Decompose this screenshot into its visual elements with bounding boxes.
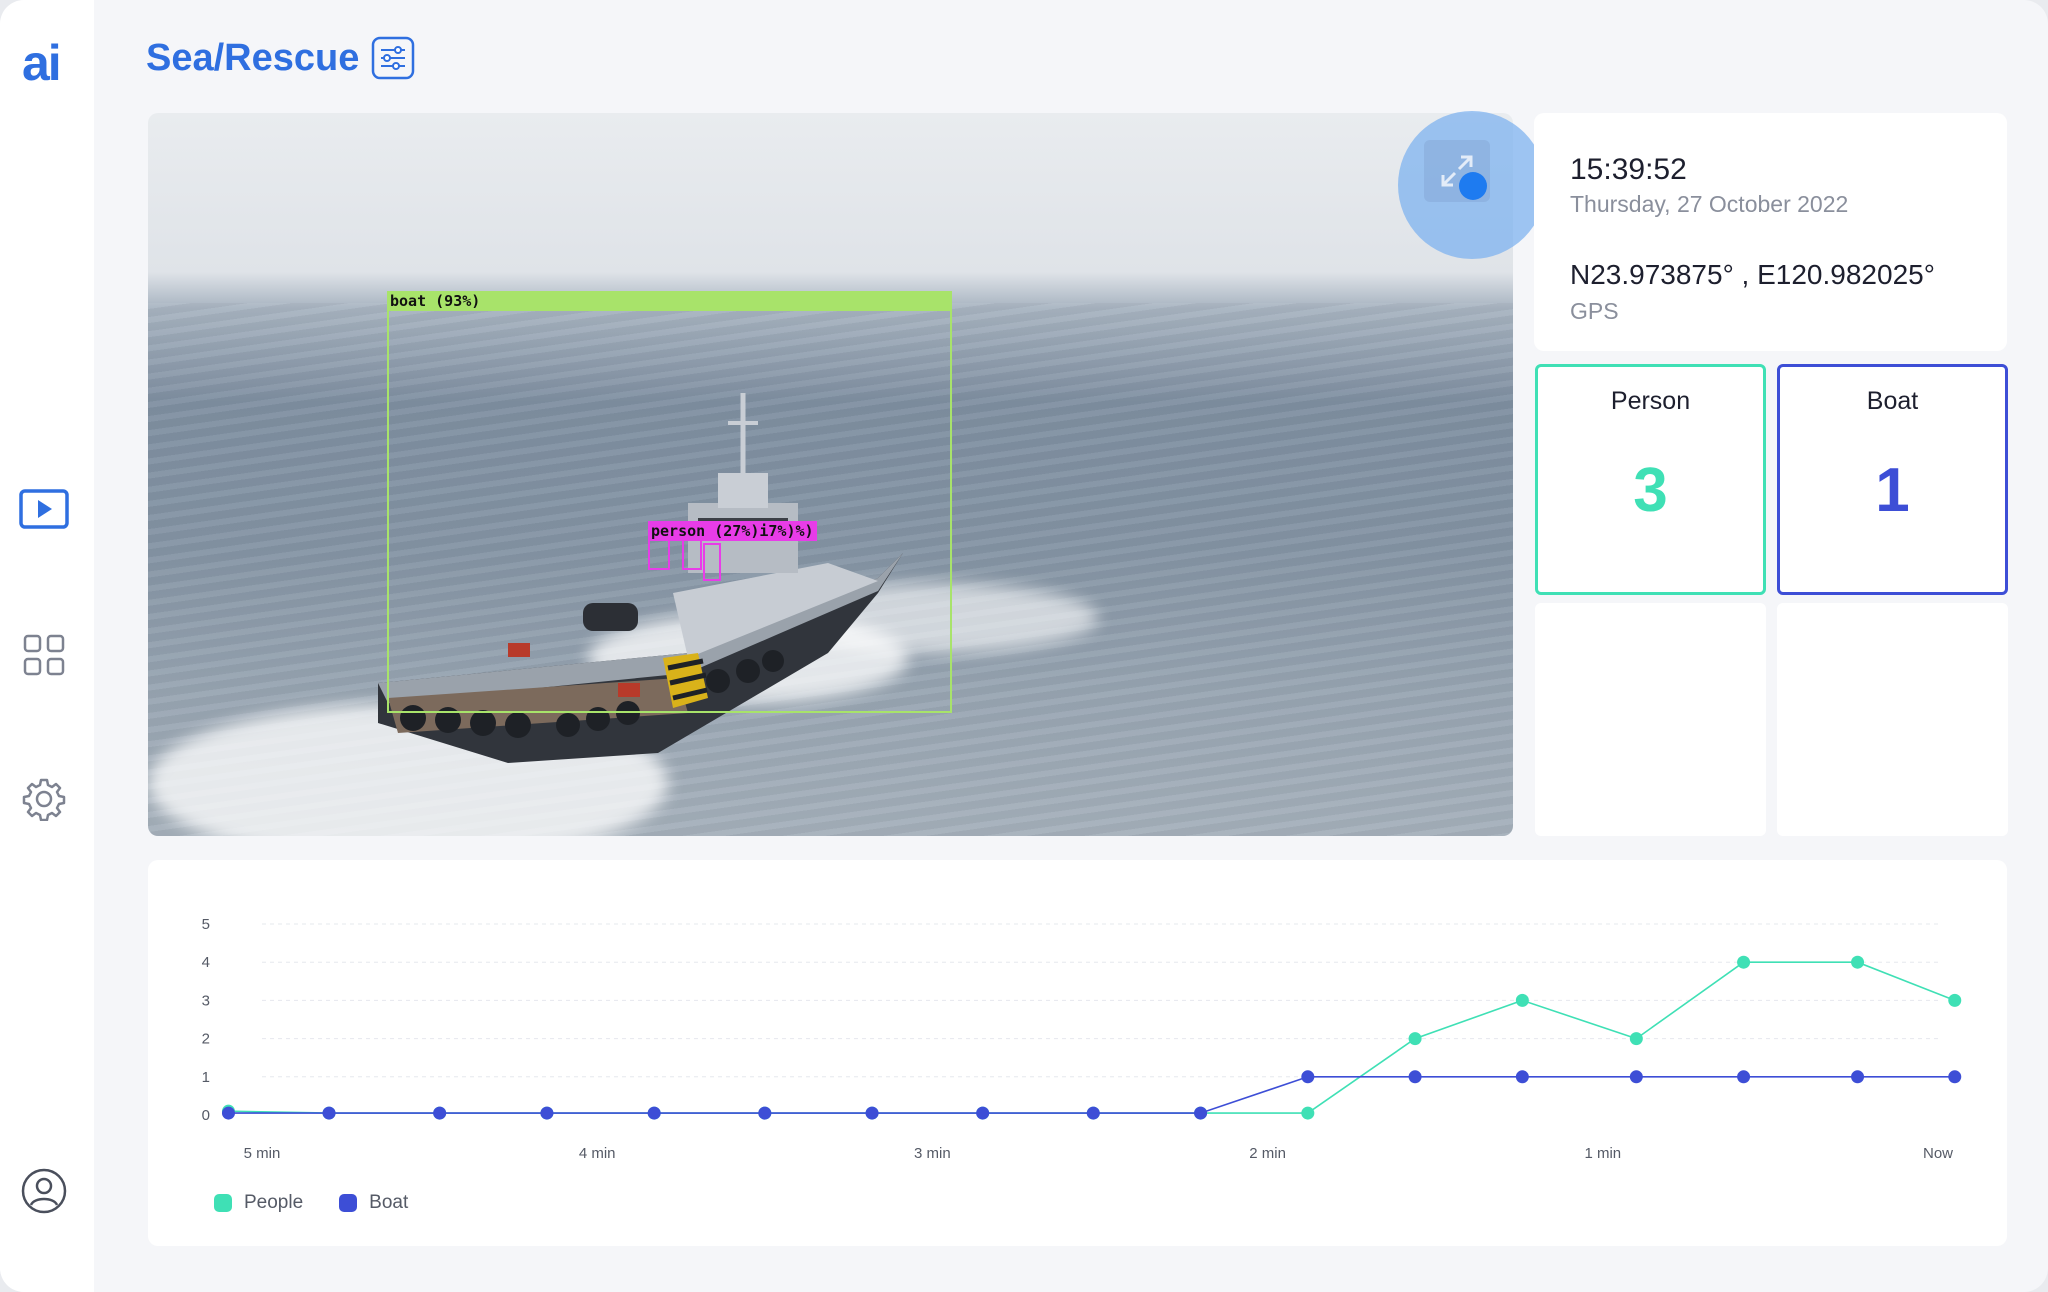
data-point-boat <box>647 1106 661 1120</box>
legend-swatch-people <box>214 1194 232 1212</box>
y-tick-label: 0 <box>202 1107 210 1124</box>
gps-label: GPS <box>1570 298 1619 324</box>
y-tick-label: 2 <box>202 1031 210 1048</box>
boat-detection-box <box>387 293 952 713</box>
legend-label-boat: Boat <box>369 1192 409 1213</box>
data-point-people <box>1515 993 1529 1007</box>
person-detection-box <box>703 543 721 581</box>
series-line-people <box>228 961 1956 1114</box>
x-tick-label: Now <box>1923 1145 1953 1162</box>
data-point-people <box>1629 1032 1643 1046</box>
data-point-boat <box>1851 1070 1865 1084</box>
y-tick-label: 5 <box>202 916 210 933</box>
gear-icon <box>22 778 66 821</box>
y-tick-label: 3 <box>202 992 210 1009</box>
person-detection-label: person (27%)i7%)%) <box>648 521 817 541</box>
app-window: ai Sea/Rescue boat (93%) person (27%)i7%… <box>0 0 2048 1292</box>
data-point-boat <box>1086 1106 1100 1120</box>
x-tick-label: 5 min <box>244 1145 281 1162</box>
page-title: Sea/Rescue <box>146 36 360 79</box>
gps-coordinates: N23.973875° , E120.982025° <box>1570 259 1935 290</box>
app-logo[interactable]: ai <box>22 38 62 88</box>
person-count-label: Person <box>1610 387 1691 415</box>
video-feed[interactable]: boat (93%) person (27%)i7%)%) <box>148 113 1513 836</box>
data-point-people <box>1737 955 1751 969</box>
data-point-boat <box>322 1106 336 1120</box>
page-header: Sea/Rescue <box>146 32 415 84</box>
person-detection-box <box>648 538 670 570</box>
legend-item-boat[interactable]: Boat <box>339 1192 408 1214</box>
data-point-people <box>1851 955 1865 969</box>
data-point-boat <box>1737 1070 1751 1084</box>
data-point-boat <box>1408 1070 1422 1084</box>
boat-count-label: Boat <box>1866 387 1919 415</box>
sidebar-item-live-video[interactable] <box>17 482 71 536</box>
detection-history-chart: 0 1 2 3 4 5 5 min 4 min 3 min 2 min 1 min Now Peopl… <box>148 860 2007 1246</box>
data-point-boat <box>758 1106 772 1120</box>
x-tick-label: 3 min <box>914 1145 951 1162</box>
y-tick-label: 4 <box>202 954 210 971</box>
person-detection-box <box>682 538 702 570</box>
current-time: 15:39:52 <box>1570 153 1687 186</box>
grid-icon <box>23 634 65 676</box>
data-point-boat <box>540 1106 554 1120</box>
data-point-boat <box>1629 1070 1643 1084</box>
filter-button[interactable] <box>371 36 415 80</box>
empty-stat-card <box>1777 603 2008 836</box>
sidebar-item-dashboard[interactable] <box>17 628 71 682</box>
line-chart: 0 1 2 3 4 5 5 min 4 min 3 min 2 min 1 min Now <box>202 916 1962 1162</box>
x-tick-label: 4 min <box>579 1145 616 1162</box>
sidebar: ai <box>0 0 94 1292</box>
legend-swatch-boat <box>339 1194 358 1212</box>
data-point-boat <box>976 1106 990 1120</box>
boat-count-value: 1 <box>1875 456 1910 525</box>
boat-detection-label: boat (93%) <box>387 291 952 311</box>
data-point-boat <box>221 1106 235 1120</box>
data-point-people <box>1948 993 1962 1007</box>
data-point-boat <box>865 1106 879 1120</box>
data-point-boat <box>1515 1070 1529 1084</box>
data-point-boat <box>1194 1106 1208 1120</box>
info-card: 15:39:52 Thursday, 27 October 2022 N23.9… <box>1534 113 2007 351</box>
data-point-boat <box>1948 1070 1962 1084</box>
sliders-icon <box>372 36 415 80</box>
user-icon <box>21 1168 67 1214</box>
play-icon <box>19 489 69 529</box>
y-tick-label: 1 <box>202 1069 210 1086</box>
chart-legend: People Boat <box>214 1192 408 1214</box>
x-tick-label: 2 min <box>1249 1145 1286 1162</box>
person-count-card[interactable]: Person 3 <box>1535 364 1766 595</box>
current-date: Thursday, 27 October 2022 <box>1570 191 1849 217</box>
boat-count-card[interactable]: Boat 1 <box>1777 364 2008 595</box>
data-point-people <box>1408 1032 1422 1046</box>
legend-label-people: People <box>244 1192 304 1213</box>
legend-item-people[interactable]: People <box>214 1192 303 1214</box>
sidebar-item-settings[interactable] <box>17 772 71 826</box>
empty-stat-card <box>1535 603 1766 836</box>
cursor-pointer <box>1459 172 1487 200</box>
data-point-boat <box>433 1106 447 1120</box>
data-point-people <box>1301 1106 1315 1120</box>
person-count-value: 3 <box>1633 456 1668 525</box>
x-tick-label: 1 min <box>1584 1145 1621 1162</box>
sidebar-item-profile[interactable] <box>17 1164 71 1218</box>
data-point-boat <box>1301 1070 1315 1084</box>
